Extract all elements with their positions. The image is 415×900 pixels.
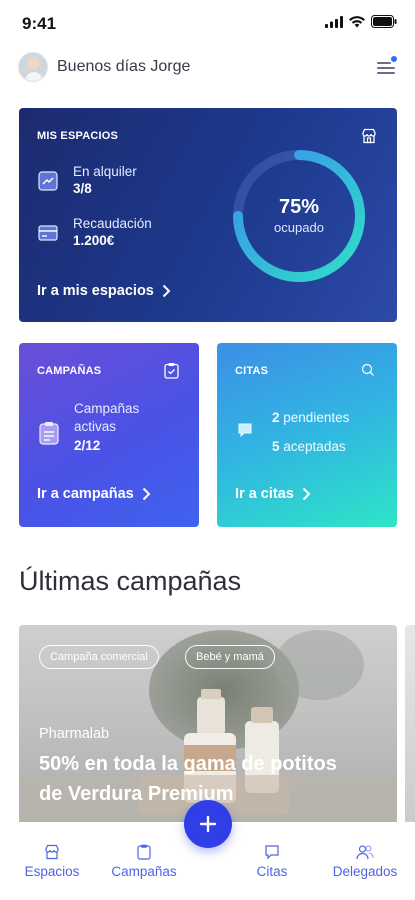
occupancy-center: 75% ocupado bbox=[229, 196, 369, 235]
status-time: 9:41 bbox=[22, 14, 57, 33]
campaign-brand: Pharmalab bbox=[39, 726, 110, 742]
tab-delegados-label: Delegados bbox=[332, 864, 398, 879]
spaces-card-title: MIS ESPACIOS bbox=[37, 130, 119, 142]
campaign-tag: Campaña comercial bbox=[39, 645, 159, 669]
status-icons bbox=[325, 15, 397, 28]
message-icon bbox=[238, 423, 252, 438]
battery-icon bbox=[371, 15, 397, 28]
go-to-spaces-label: Ir a mis espacios bbox=[37, 283, 154, 299]
go-to-spaces-link[interactable]: Ir a mis espacios bbox=[37, 283, 171, 299]
store-icon bbox=[45, 844, 59, 860]
tab-campanas-label: Campañas bbox=[111, 864, 177, 879]
signal-icon bbox=[325, 15, 343, 28]
campaigns-card[interactable]: CAMPAÑAS Campañas activas 2/12 Ir a camp… bbox=[19, 343, 199, 527]
users-icon bbox=[356, 845, 374, 860]
appointments-card[interactable]: CITAS 2 pendientes 5 aceptadas Ir a cita… bbox=[217, 343, 397, 527]
tab-citas[interactable]: Citas bbox=[246, 844, 298, 879]
pending-count: 2 bbox=[272, 410, 280, 425]
tab-espacios-label: Espacios bbox=[24, 864, 80, 879]
revenue-metric: Recaudación 1.200€ bbox=[37, 216, 152, 248]
appointments-card-title: CITAS bbox=[235, 365, 269, 377]
active-campaigns-label: Campañas activas bbox=[74, 401, 140, 434]
spaces-card[interactable]: MIS ESPACIOS En alquiler 3/8 Recaudación… bbox=[19, 108, 397, 322]
accepted-row: 5 aceptadas bbox=[272, 439, 346, 454]
header: Buenos días Jorge bbox=[18, 50, 397, 84]
rental-metric: En alquiler 3/8 bbox=[37, 164, 137, 196]
occupancy-percent: 75% bbox=[278, 196, 320, 218]
go-to-appointments-link[interactable]: Ir a citas bbox=[235, 486, 311, 502]
plus-icon bbox=[199, 815, 217, 833]
notification-dot bbox=[391, 56, 397, 62]
chevron-right-icon bbox=[162, 284, 171, 298]
campaign-tag: Bebé y mamá bbox=[185, 645, 275, 669]
chevron-right-icon bbox=[142, 487, 151, 501]
pending-label: pendientes bbox=[283, 410, 350, 425]
campaigns-icon-wrap bbox=[39, 421, 59, 450]
store-icon bbox=[362, 128, 376, 144]
active-campaigns: Campañas activas 2/12 bbox=[74, 400, 174, 453]
clipboard-icon bbox=[164, 363, 179, 379]
add-button[interactable] bbox=[184, 800, 232, 848]
tab-citas-label: Citas bbox=[256, 864, 288, 879]
pending-row: 2 pendientes bbox=[272, 410, 349, 425]
campaigns-card-title: CAMPAÑAS bbox=[37, 365, 102, 377]
menu-button[interactable] bbox=[375, 56, 397, 78]
active-campaigns-value: 2/12 bbox=[74, 438, 101, 453]
chevron-right-icon bbox=[302, 487, 311, 501]
accepted-count: 5 bbox=[272, 439, 280, 454]
rental-value: 3/8 bbox=[73, 181, 92, 196]
revenue-value: 1.200€ bbox=[73, 233, 115, 248]
rental-icon bbox=[38, 171, 58, 191]
latest-campaigns-title: Últimas campañas bbox=[19, 566, 242, 596]
greeting-text: Buenos días Jorge bbox=[57, 58, 191, 75]
campaign-headline: 50% en toda la gama de potitos de Verdur… bbox=[39, 753, 337, 805]
rental-label: En alquiler bbox=[73, 164, 137, 179]
wallet-icon bbox=[38, 225, 58, 241]
go-to-campaigns-label: Ir a campañas bbox=[37, 486, 134, 502]
avatar[interactable] bbox=[18, 52, 48, 82]
tab-delegados[interactable]: Delegados bbox=[326, 844, 404, 879]
chat-icon bbox=[361, 363, 374, 376]
tab-campanas[interactable]: Campañas bbox=[103, 844, 185, 879]
wifi-icon bbox=[349, 15, 365, 27]
revenue-label: Recaudación bbox=[73, 216, 152, 231]
go-to-campaigns-link[interactable]: Ir a campañas bbox=[37, 486, 151, 502]
accepted-label: aceptadas bbox=[283, 439, 346, 454]
tab-espacios[interactable]: Espacios bbox=[20, 844, 84, 879]
next-campaign-card-peek[interactable] bbox=[405, 625, 415, 835]
campaign-list-icon bbox=[39, 422, 59, 445]
go-to-appointments-label: Ir a citas bbox=[235, 486, 294, 502]
occupancy-label: ocupado bbox=[274, 220, 324, 235]
status-bar: 9:41 bbox=[0, 0, 415, 44]
chat-icon bbox=[265, 845, 279, 860]
clipboard-icon bbox=[137, 844, 151, 860]
